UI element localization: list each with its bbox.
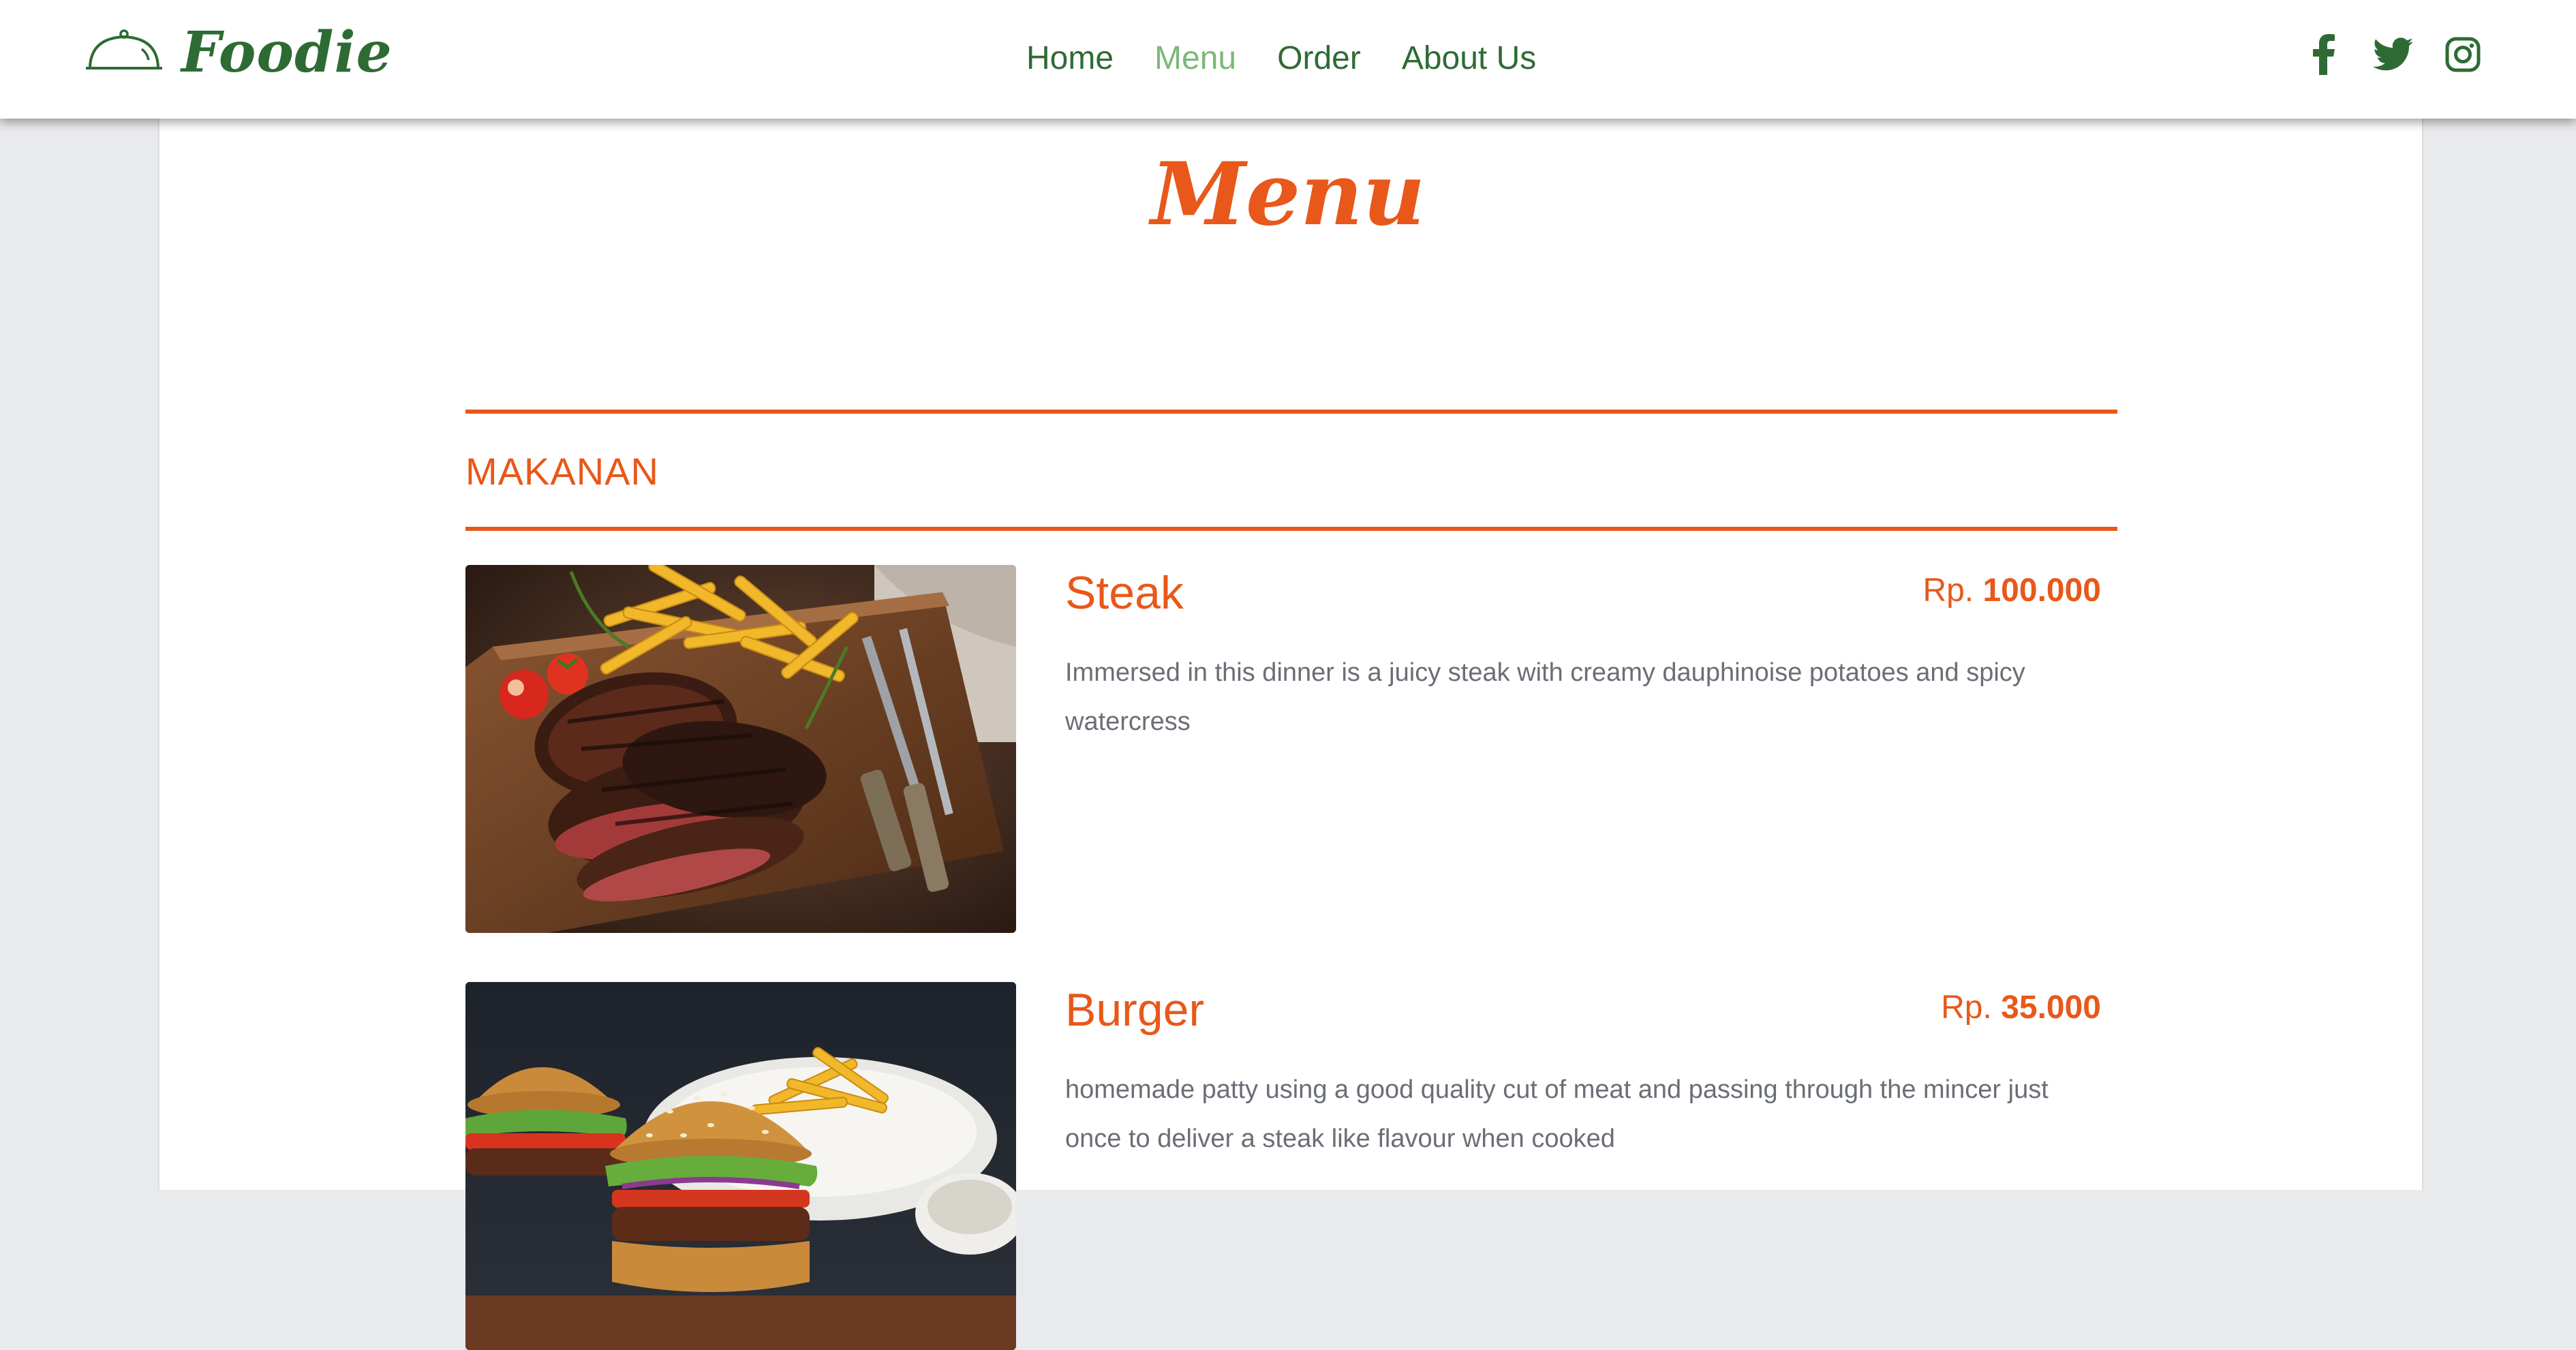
- nav-home[interactable]: Home: [1026, 35, 1114, 82]
- price-amount: 100.000: [1982, 572, 2101, 609]
- burger-photo: [465, 982, 1016, 1350]
- steak-photo: [465, 565, 1016, 933]
- twitter-link[interactable]: [2373, 33, 2414, 76]
- cloche-icon: [86, 29, 162, 70]
- social-links: [2303, 33, 2483, 76]
- section-divider-top: [465, 410, 2117, 414]
- menu-item-description: homemade patty using a good quality cut …: [1065, 1075, 2049, 1153]
- instagram-link[interactable]: [2442, 33, 2483, 76]
- facebook-icon: [2313, 34, 2335, 75]
- twitter-icon: [2373, 37, 2413, 71]
- menu-item-name: Steak: [1065, 567, 1184, 619]
- menu-item-price: Rp. 100.000: [1922, 570, 2101, 611]
- price-prefix: Rp.: [1941, 990, 1992, 1026]
- page-title: Menu: [1150, 144, 1426, 245]
- main-nav: Home Menu Order About Us: [1026, 35, 1536, 82]
- menu-item-price: Rp. 35.000: [1941, 987, 2101, 1028]
- facebook-link[interactable]: [2303, 33, 2344, 76]
- navbar: Foodie Home Menu Order About Us: [0, 0, 2576, 119]
- nav-menu[interactable]: Menu: [1154, 35, 1236, 82]
- section-divider-bottom: [465, 527, 2117, 531]
- nav-about-us[interactable]: About Us: [1402, 35, 1536, 82]
- brand-name: Foodie: [181, 20, 393, 85]
- nav-order[interactable]: Order: [1277, 35, 1361, 82]
- instagram-icon: [2445, 37, 2481, 72]
- price-prefix: Rp.: [1922, 572, 1974, 609]
- brand-logo-link[interactable]: Foodie: [85, 15, 393, 90]
- section-title: MAKANAN: [465, 450, 659, 493]
- price-amount: 35.000: [2001, 990, 2101, 1026]
- menu-item-description: Immersed in this dinner is a juicy steak…: [1065, 658, 2025, 736]
- menu-item-name: Burger: [1065, 984, 1205, 1036]
